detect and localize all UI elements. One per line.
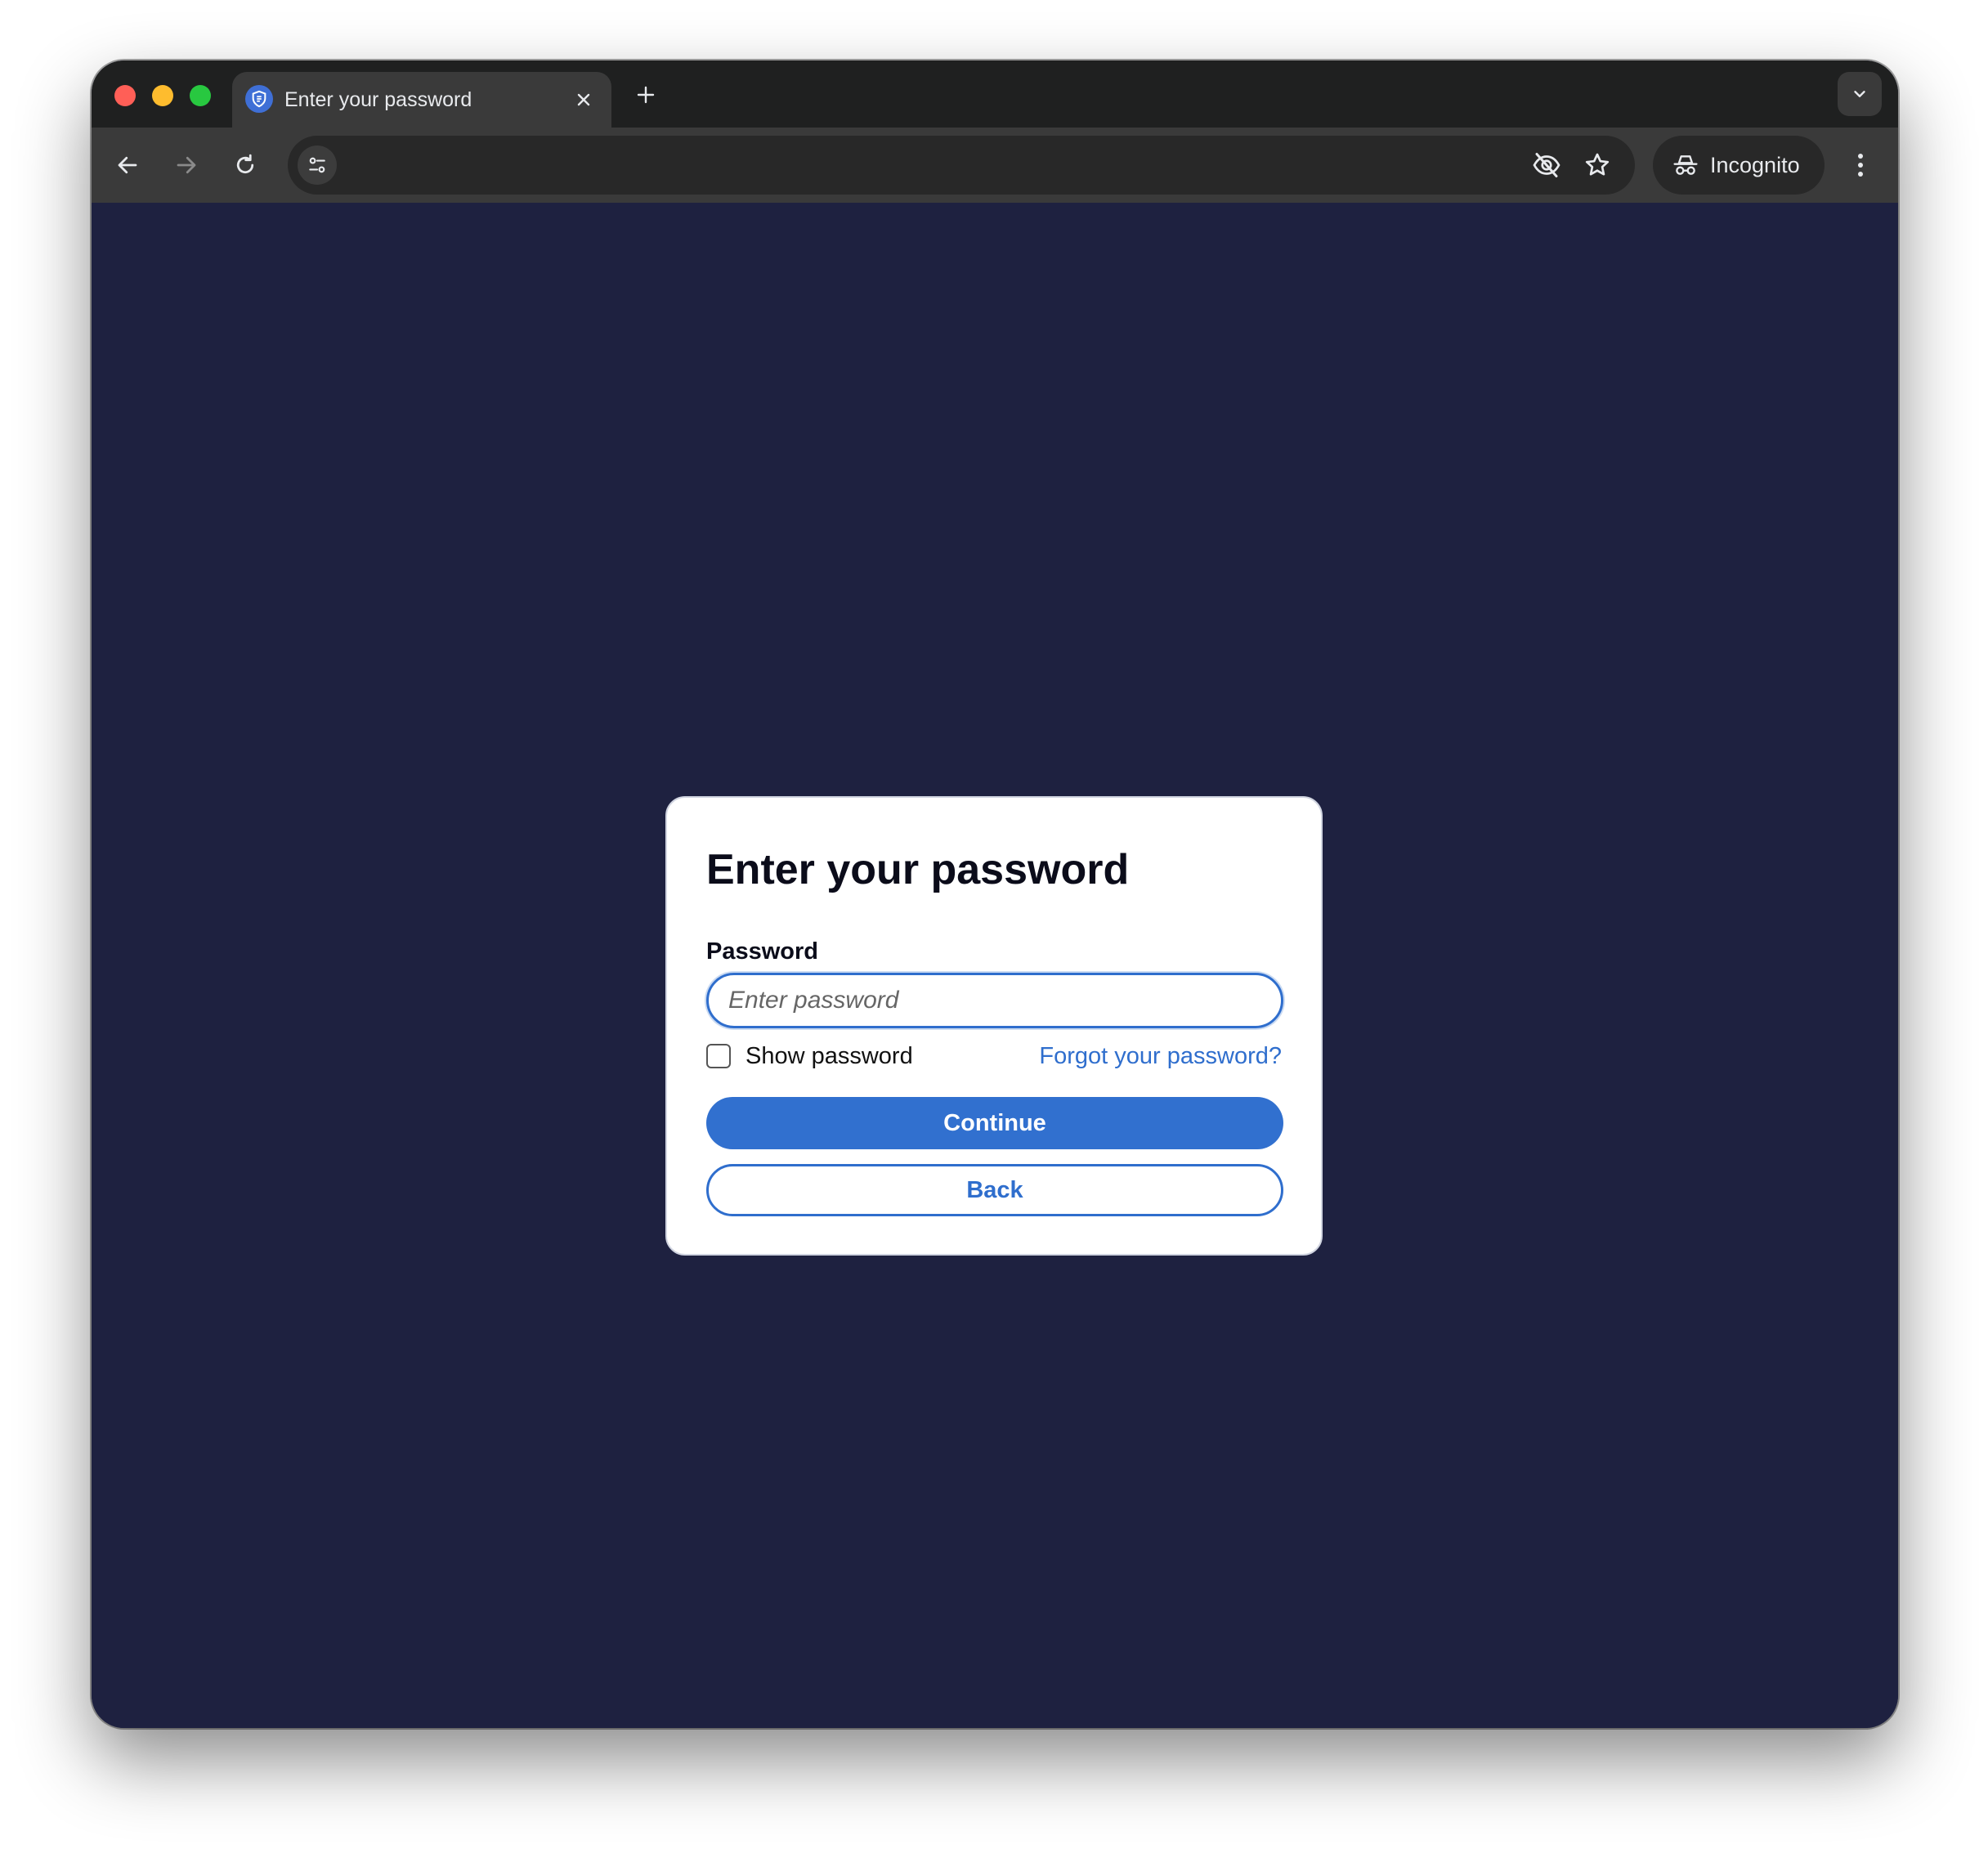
incognito-button[interactable]: Incognito — [1653, 136, 1825, 195]
show-password-checkbox[interactable] — [706, 1044, 731, 1068]
page-title: Enter your password — [706, 846, 1130, 893]
eye-off-icon[interactable] — [1530, 149, 1563, 181]
tab-search-button[interactable] — [1838, 72, 1882, 116]
browser-window: Enter your password Incognito Enter your… — [92, 60, 1898, 1728]
reload-icon — [236, 154, 254, 174]
password-card: Enter your password Password Show passwo… — [665, 796, 1323, 1256]
reload-button[interactable] — [226, 146, 265, 185]
page-content: Enter your password Password Show passwo… — [92, 203, 1898, 1728]
incognito-label: Incognito — [1710, 152, 1800, 177]
back-button[interactable] — [108, 146, 147, 185]
browser-toolbar: Incognito — [92, 128, 1898, 203]
star-icon[interactable] — [1581, 149, 1614, 181]
window-close-button[interactable] — [114, 85, 136, 106]
shield-icon — [245, 85, 273, 113]
tune-icon[interactable] — [298, 146, 337, 185]
kebab-icon[interactable] — [1844, 149, 1877, 181]
continue-button[interactable]: Continue — [706, 1097, 1283, 1149]
show-password-label[interactable]: Show password — [746, 1043, 913, 1070]
window-maximize-button[interactable] — [190, 85, 211, 106]
browser-tab[interactable]: Enter your password — [232, 72, 611, 128]
incognito-icon — [1673, 155, 1698, 175]
password-input[interactable] — [706, 973, 1283, 1028]
chevron-down-icon — [1854, 91, 1865, 97]
tab-title: Enter your password — [284, 88, 472, 111]
back-button-form[interactable]: Back — [706, 1164, 1283, 1216]
arrow-right-icon — [177, 156, 196, 174]
close-icon[interactable] — [569, 85, 598, 114]
new-tab-button[interactable] — [628, 77, 664, 113]
window-minimize-button[interactable] — [152, 85, 173, 106]
tab-strip: Enter your password — [92, 60, 1898, 128]
address-bar[interactable] — [288, 136, 1635, 195]
arrow-left-icon — [118, 156, 137, 174]
forgot-password-link[interactable]: Forgot your password? — [1039, 1040, 1282, 1072]
password-label: Password — [706, 938, 818, 965]
show-password-row[interactable]: Show password — [706, 1040, 913, 1072]
forward-button[interactable] — [167, 146, 206, 185]
